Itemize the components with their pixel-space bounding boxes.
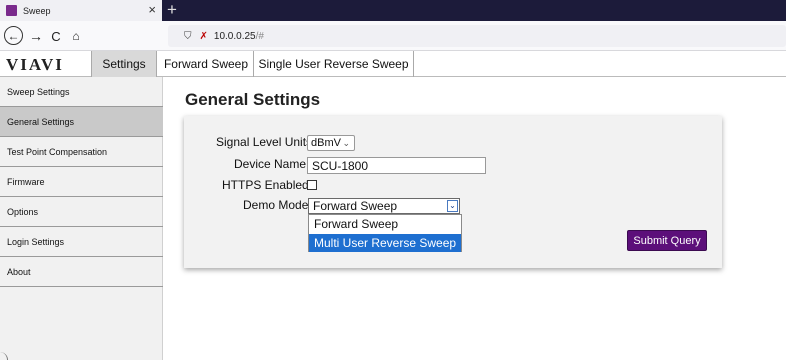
tab-forward-sweep[interactable]: Forward Sweep <box>159 51 254 77</box>
sidebar-item-options[interactable]: Options <box>0 197 163 227</box>
demo-mode-dropdown: Forward Sweep Multi User Reverse Sweep <box>308 214 462 252</box>
url-host: 10.0.0.25 <box>213 30 256 42</box>
https-enabled-label: HTTPS Enabled <box>222 178 309 192</box>
submit-query-button[interactable]: Submit Query <box>627 230 707 251</box>
sidebar-item-general-settings[interactable]: General Settings <box>0 107 163 137</box>
tab-title: Sweep <box>23 5 51 16</box>
shield-icon[interactable]: ⛉ <box>184 31 192 42</box>
signal-level-units-value: dBmV <box>311 137 341 149</box>
demo-option-multi-user-reverse-sweep[interactable]: Multi User Reverse Sweep <box>309 234 461 252</box>
signal-level-units-label: Signal Level Units <box>216 135 313 149</box>
chevron-down-icon[interactable]: ⌄ <box>447 200 458 212</box>
url-bar[interactable]: ⛉ ✗ 10.0.0.25/# <box>168 25 786 47</box>
back-icon[interactable]: ← <box>4 26 23 45</box>
browser-navbar: ← → C ⌂ ⛉ ✗ 10.0.0.25/# <box>0 21 786 51</box>
url-text: 10.0.0.25/# <box>214 31 264 42</box>
device-name-input[interactable] <box>307 157 486 174</box>
tab-single-user-reverse-sweep[interactable]: Single User Reverse Sweep <box>254 51 414 77</box>
sidebar: Sweep Settings General Settings Test Poi… <box>0 77 163 360</box>
close-tab-icon[interactable]: × <box>148 3 156 17</box>
page-title: General Settings <box>185 90 321 109</box>
insecure-lock-icon[interactable]: ✗ <box>200 31 208 42</box>
https-enabled-checkbox[interactable] <box>307 180 317 190</box>
signal-level-units-select[interactable]: dBmV ⌄ <box>307 135 355 151</box>
demo-mode-select[interactable]: Forward Sweep ⌄ <box>308 198 460 214</box>
demo-mode-label: Demo Mode <box>243 198 309 212</box>
demo-option-forward-sweep[interactable]: Forward Sweep <box>309 215 461 233</box>
demo-mode-value: Forward Sweep <box>313 199 398 213</box>
viavi-logo: VIAVI <box>6 55 64 74</box>
sidebar-item-sweep-settings[interactable]: Sweep Settings <box>0 77 163 107</box>
sidebar-item-test-point-compensation[interactable]: Test Point Compensation <box>0 137 163 167</box>
forward-icon[interactable]: → <box>26 26 46 46</box>
chevron-down-icon: ⌄ <box>342 138 350 148</box>
url-path: /# <box>255 30 264 42</box>
device-name-label: Device Name <box>234 157 307 171</box>
sidebar-item-login-settings[interactable]: Login Settings <box>0 227 163 257</box>
browser-tab-strip: Sweep × + <box>0 0 786 21</box>
browser-tab[interactable]: Sweep × <box>0 0 162 21</box>
reload-icon[interactable]: C <box>46 26 66 46</box>
app-header: VIAVI Settings Forward Sweep Single User… <box>0 51 786 77</box>
new-tab-icon[interactable]: + <box>167 0 177 19</box>
favicon-icon <box>6 5 17 16</box>
sidebar-item-firmware[interactable]: Firmware <box>0 167 163 197</box>
tab-settings[interactable]: Settings <box>91 51 157 77</box>
sidebar-item-about[interactable]: About <box>0 257 163 287</box>
home-icon[interactable]: ⌂ <box>66 26 86 46</box>
